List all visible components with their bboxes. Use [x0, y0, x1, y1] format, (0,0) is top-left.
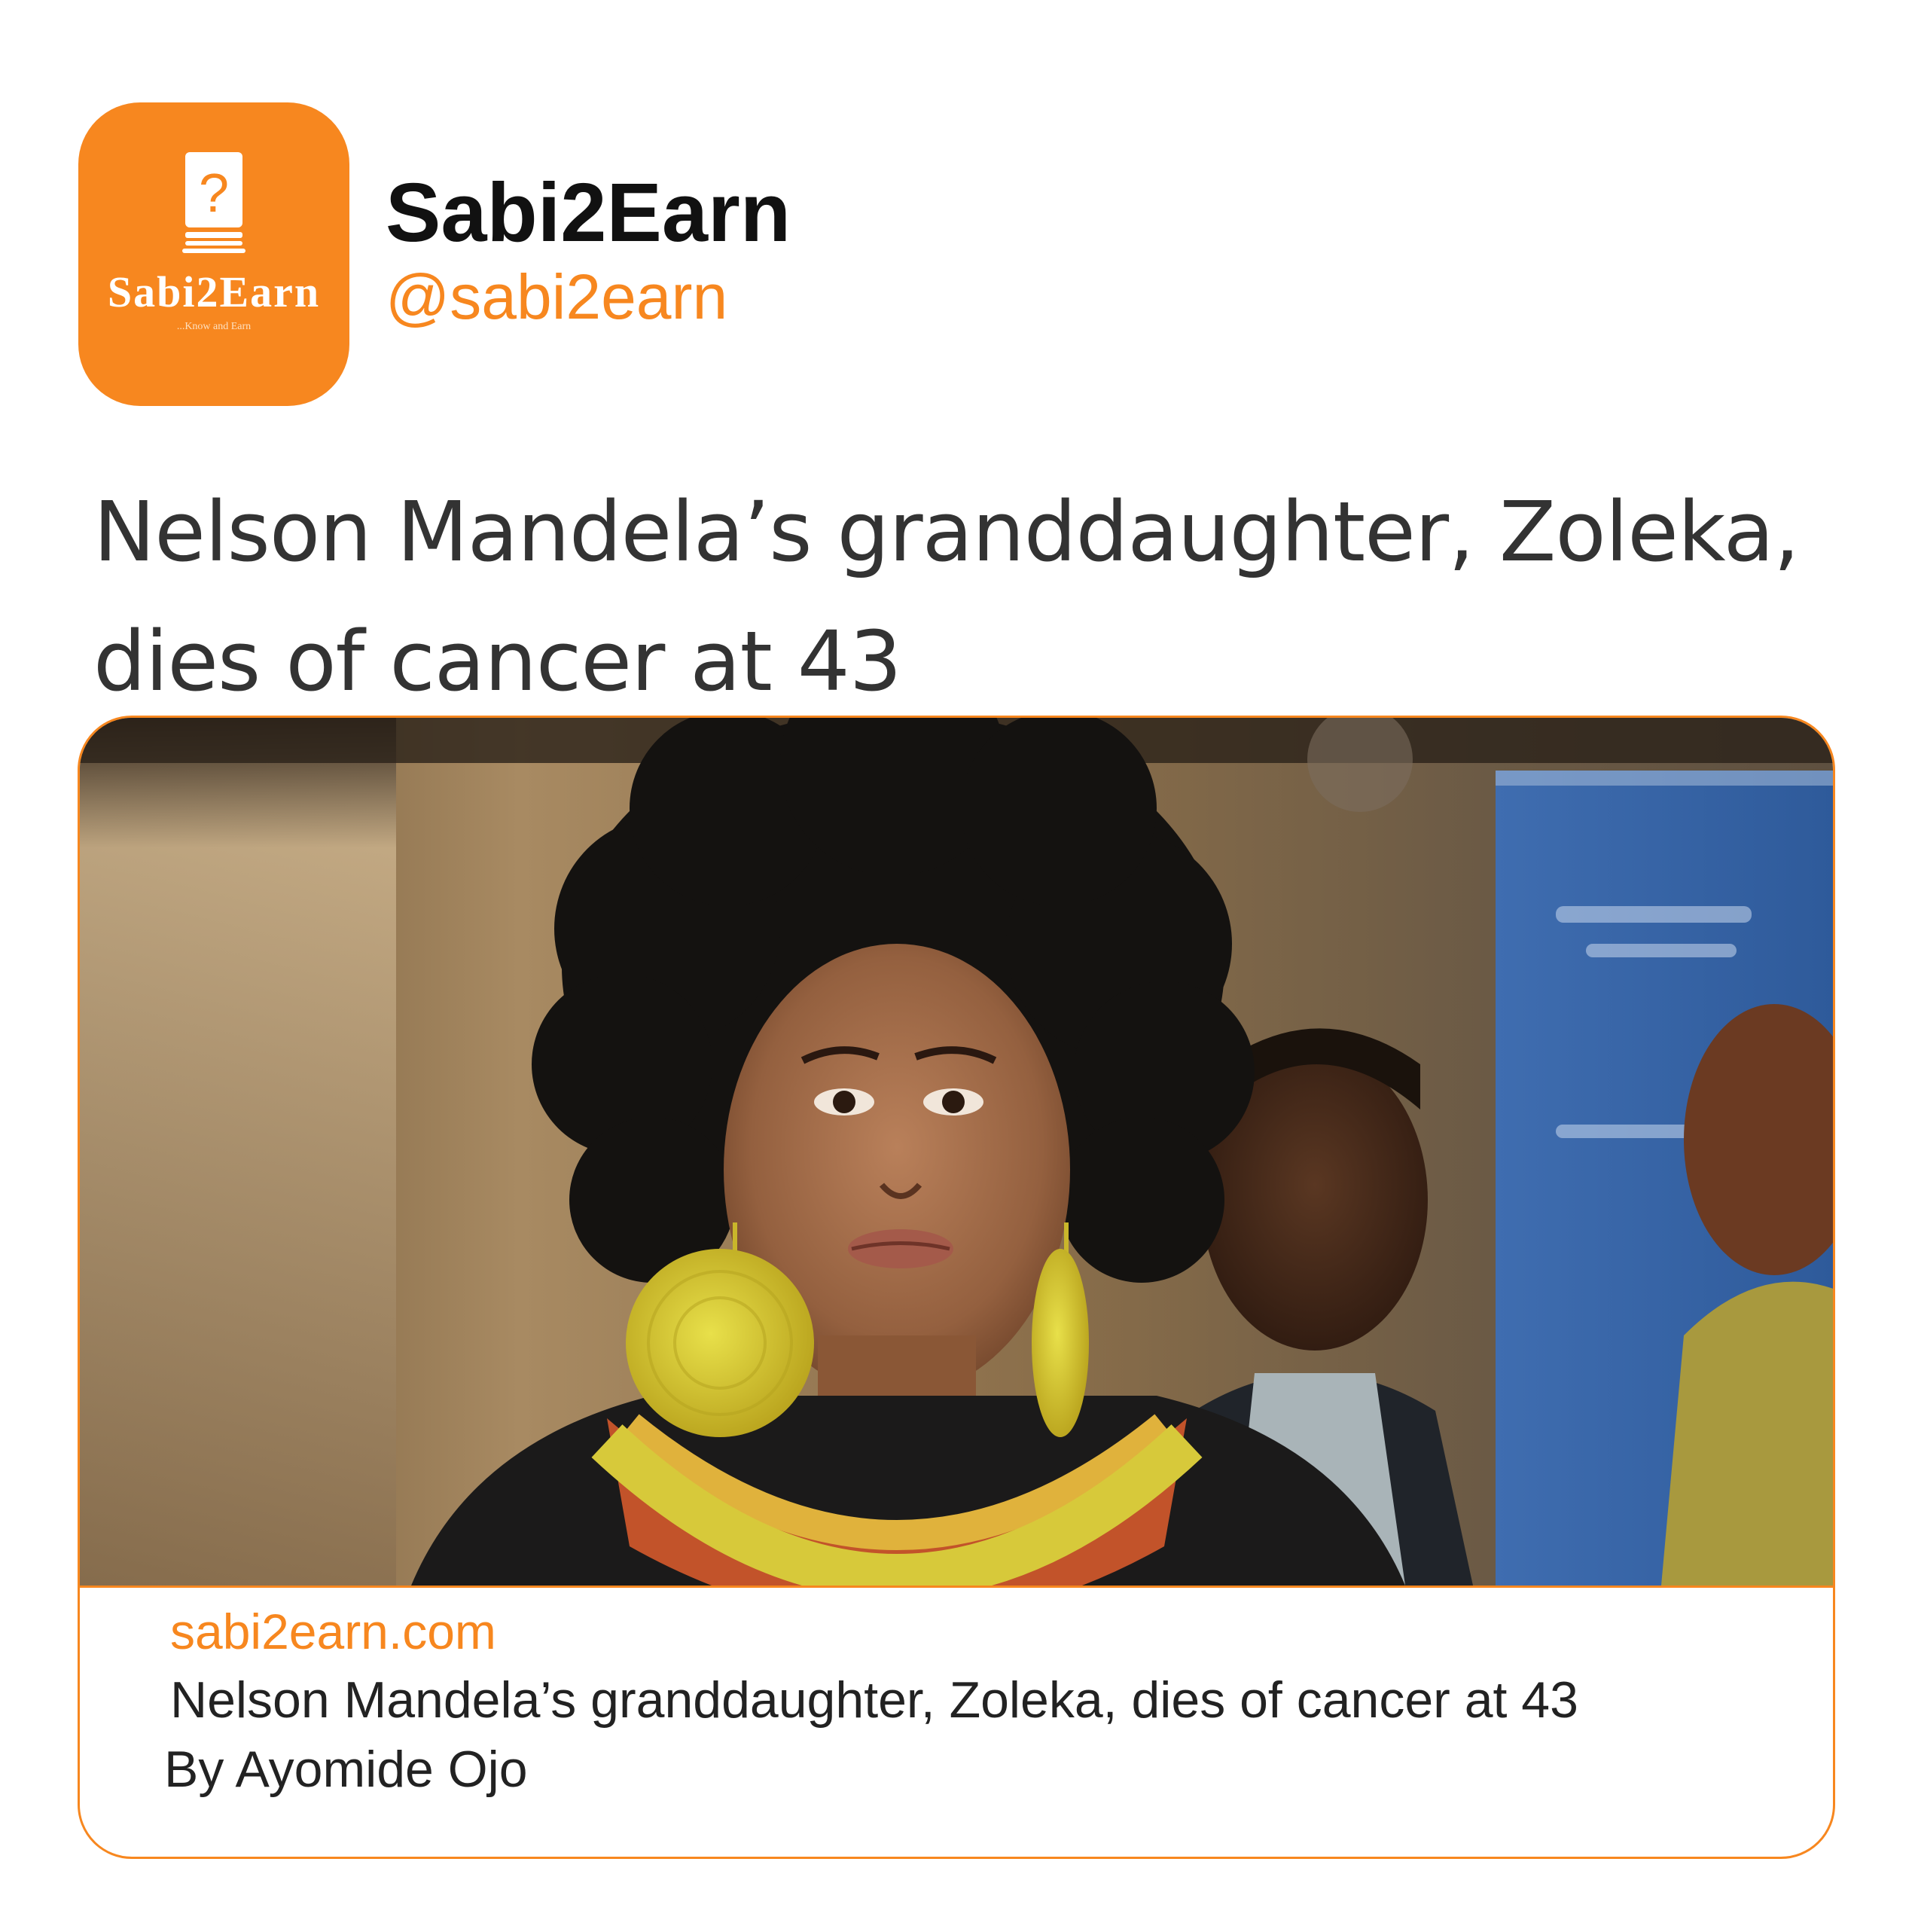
article-photo-illustration — [80, 718, 1833, 1586]
card-title[interactable]: Nelson Mandela’s granddaughter, Zoleka, … — [170, 1674, 1578, 1726]
account-avatar[interactable]: ? Sabi2Earn ...Know and Earn — [78, 102, 349, 406]
link-card[interactable]: sabi2earn.com Nelson Mandela’s granddaug… — [78, 716, 1835, 1859]
avatar-tagline: ...Know and Earn — [176, 321, 252, 332]
card-domain[interactable]: sabi2earn.com — [170, 1607, 496, 1656]
card-byline: By Ayomide Ojo — [164, 1741, 528, 1798]
article-photo[interactable] — [80, 718, 1833, 1588]
svg-text:?: ? — [199, 163, 229, 224]
question-book-icon: ? — [182, 152, 245, 253]
post-headline: Nelson Mandela’s granddaughter, Zoleka, … — [93, 484, 1800, 710]
account-handle[interactable]: @sabi2earn — [386, 265, 727, 328]
account-name[interactable]: Sabi2Earn — [386, 172, 791, 255]
avatar-wordmark: Sabi2Earn — [107, 267, 321, 316]
